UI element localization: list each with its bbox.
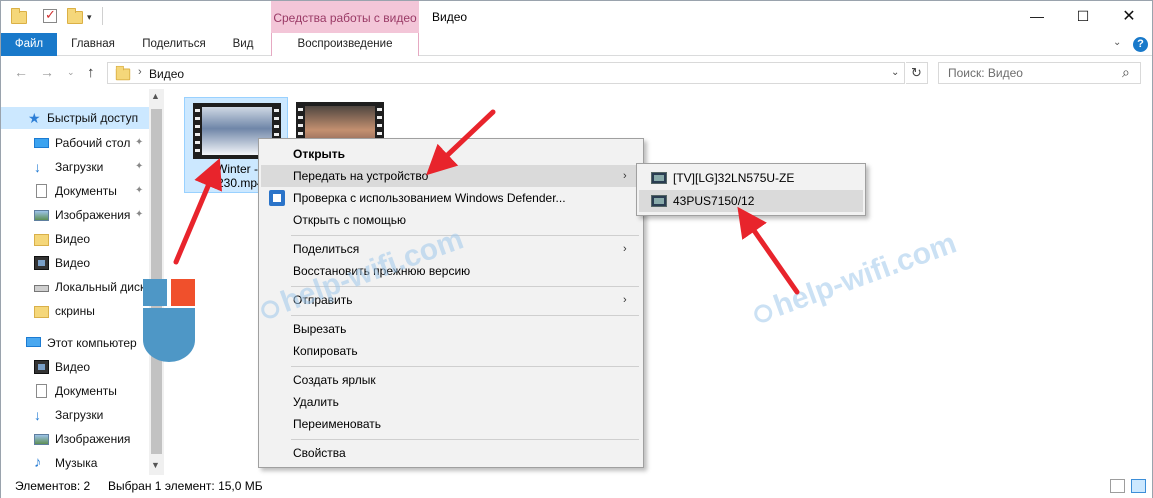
sidebar-scrollbar[interactable]: ▲ ▼ bbox=[149, 89, 164, 476]
download-icon: ↓ bbox=[34, 407, 41, 423]
sidebar-item-video-library[interactable]: Видео bbox=[1, 252, 149, 274]
music-icon: ♪ bbox=[34, 454, 42, 471]
menu-item-rename[interactable]: Переименовать bbox=[261, 413, 641, 435]
chevron-down-icon[interactable]: ⌄ bbox=[891, 67, 899, 78]
pin-icon: ✦ bbox=[135, 209, 144, 220]
large-icons-view-icon[interactable] bbox=[1131, 479, 1146, 493]
close-button[interactable]: ✕ bbox=[1106, 1, 1152, 32]
sidebar-item-pictures[interactable]: Изображения ✦ bbox=[1, 204, 149, 226]
menu-separator bbox=[291, 439, 639, 440]
menu-item-copy[interactable]: Копировать bbox=[261, 340, 641, 362]
sidebar-item-downloads[interactable]: ↓ Загрузки ✦ bbox=[1, 156, 149, 178]
menu-separator bbox=[291, 366, 639, 367]
up-arrow-icon[interactable]: ↑ bbox=[87, 64, 95, 81]
status-bar: Элементов: 2 Выбран 1 элемент: 15,0 МБ bbox=[1, 475, 1152, 498]
sidebar-item-documents[interactable]: Документы ✦ bbox=[1, 180, 149, 202]
menu-separator bbox=[291, 315, 639, 316]
search-icon[interactable]: ⌕ bbox=[1122, 64, 1130, 81]
customize-toolbar-icon[interactable]: ▾ bbox=[87, 11, 103, 27]
document-icon bbox=[36, 384, 47, 398]
folder-icon bbox=[34, 306, 49, 318]
menu-item-properties[interactable]: Свойства bbox=[261, 442, 641, 464]
sidebar-item-pc-video[interactable]: Видео bbox=[1, 356, 149, 378]
window-title: Видео bbox=[432, 10, 468, 24]
folder-icon[interactable] bbox=[11, 8, 27, 25]
tab-view[interactable]: Вид bbox=[223, 33, 263, 56]
sidebar-item-music[interactable]: ♪ Музыка bbox=[1, 452, 149, 474]
minimize-button[interactable]: — bbox=[1014, 1, 1060, 32]
shield-icon bbox=[269, 190, 285, 206]
download-icon: ↓ bbox=[34, 159, 41, 175]
expand-ribbon-icon[interactable]: ⌄ bbox=[1113, 37, 1121, 48]
chevron-right-icon: › bbox=[623, 294, 627, 306]
menu-item-defender-scan[interactable]: Проверка с использованием Windows Defend… bbox=[261, 187, 641, 209]
navigation-pane: ★ Быстрый доступ Рабочий стол ✦ ↓ Загруз… bbox=[1, 95, 149, 475]
navigation-bar: ← → ⌄ ↑ › Видео ⌄ ↻ ⌕ bbox=[1, 57, 1152, 89]
scroll-up-icon[interactable]: ▲ bbox=[151, 91, 160, 101]
menu-item-cut[interactable]: Вырезать bbox=[261, 318, 641, 340]
pictures-icon bbox=[34, 434, 49, 445]
tv-icon bbox=[651, 172, 667, 184]
toolbar-divider bbox=[102, 7, 103, 25]
sidebar-item-pc-downloads[interactable]: ↓ Загрузки bbox=[1, 404, 149, 426]
new-folder-icon[interactable] bbox=[67, 8, 83, 25]
menu-item-open[interactable]: Открыть bbox=[261, 143, 641, 165]
selection-info: Выбран 1 элемент: 15,0 МБ bbox=[108, 479, 263, 493]
desktop-icon bbox=[34, 138, 49, 148]
breadcrumb-item[interactable]: Видео bbox=[149, 67, 184, 81]
chevron-right-icon: › bbox=[623, 170, 627, 182]
ribbon-tabs: Файл Главная Поделиться Вид Воспроизведе… bbox=[1, 33, 1152, 56]
menu-item-create-shortcut[interactable]: Создать ярлык bbox=[261, 369, 641, 391]
video-icon bbox=[34, 360, 49, 374]
folder-icon bbox=[115, 65, 131, 81]
back-arrow-icon[interactable]: ← bbox=[14, 64, 28, 80]
tab-file[interactable]: Файл bbox=[1, 33, 57, 56]
forward-arrow-icon[interactable]: → bbox=[40, 64, 54, 80]
pin-icon: ✦ bbox=[135, 185, 144, 196]
chevron-right-icon: › bbox=[623, 243, 627, 255]
computer-icon bbox=[26, 337, 41, 347]
pin-icon: ✦ bbox=[135, 137, 144, 148]
tab-home[interactable]: Главная bbox=[61, 33, 125, 56]
device-item-lg-tv[interactable]: [TV][LG]32LN575U-ZE bbox=[639, 167, 863, 189]
recent-locations-icon[interactable]: ⌄ bbox=[67, 67, 75, 78]
scroll-down-icon[interactable]: ▼ bbox=[151, 460, 160, 470]
menu-item-cast-to-device[interactable]: Передать на устройство › bbox=[261, 165, 641, 187]
item-count: Элементов: 2 bbox=[15, 479, 91, 493]
pictures-icon bbox=[34, 210, 49, 221]
sidebar-item-local-disk[interactable]: Локальный диск bbox=[1, 276, 149, 298]
tv-icon bbox=[651, 195, 667, 207]
help-icon[interactable]: ? bbox=[1133, 37, 1148, 52]
search-input[interactable] bbox=[939, 63, 1119, 83]
details-view-icon[interactable] bbox=[1110, 479, 1125, 493]
breadcrumb-chevron-icon[interactable]: › bbox=[138, 66, 142, 78]
sidebar-item-screens[interactable]: скрины bbox=[1, 300, 149, 322]
device-item-philips-tv[interactable]: 43PUS7150/12 bbox=[639, 190, 863, 212]
tab-playback[interactable]: Воспроизведение bbox=[271, 33, 419, 56]
video-tools-group-title: Средства работы с видео bbox=[271, 1, 419, 33]
sidebar-item-desktop[interactable]: Рабочий стол ✦ bbox=[1, 132, 149, 154]
search-box[interactable]: ⌕ bbox=[938, 62, 1141, 84]
menu-separator bbox=[291, 235, 639, 236]
menu-item-delete[interactable]: Удалить bbox=[261, 391, 641, 413]
maximize-button[interactable]: ☐ bbox=[1060, 1, 1106, 32]
folder-icon bbox=[34, 234, 49, 246]
tab-share[interactable]: Поделиться bbox=[134, 33, 214, 56]
address-bar[interactable]: › Видео ⌄ bbox=[107, 62, 905, 84]
scrollbar-thumb[interactable] bbox=[151, 109, 162, 454]
sidebar-item-quick-access[interactable]: ★ Быстрый доступ bbox=[1, 107, 149, 129]
title-bar: ▾ Средства работы с видео Видео — ☐ ✕ bbox=[1, 1, 1152, 33]
sidebar-item-video-folder[interactable]: Видео bbox=[1, 228, 149, 250]
sidebar-item-pc-pictures[interactable]: Изображения bbox=[1, 428, 149, 450]
cast-device-submenu: [TV][LG]32LN575U-ZE 43PUS7150/12 bbox=[636, 163, 866, 216]
sidebar-item-this-pc[interactable]: Этот компьютер bbox=[1, 332, 149, 354]
pin-icon: ✦ bbox=[135, 161, 144, 172]
refresh-button[interactable]: ↻ bbox=[906, 62, 928, 84]
document-icon bbox=[36, 184, 47, 198]
video-icon bbox=[34, 256, 49, 270]
drive-icon bbox=[34, 285, 49, 292]
properties-icon[interactable] bbox=[43, 7, 59, 25]
sidebar-item-pc-documents[interactable]: Документы bbox=[1, 380, 149, 402]
star-icon: ★ bbox=[28, 110, 41, 126]
